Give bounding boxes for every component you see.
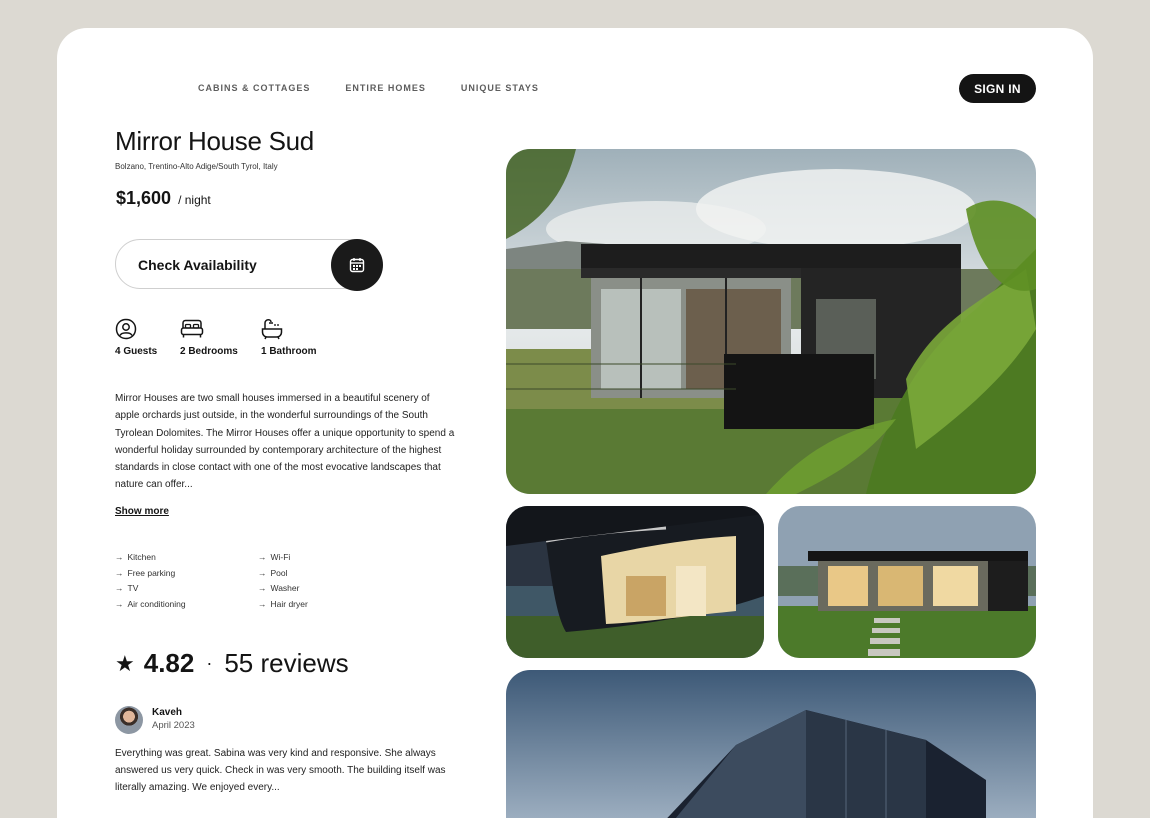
reviewer-avatar: [115, 706, 143, 734]
nav-entire-homes[interactable]: ENTIRE HOMES: [345, 83, 426, 93]
calendar-icon: [349, 258, 365, 273]
feature-bathroom: 1 Bathroom: [261, 318, 317, 357]
review-text: Everything was great. Sabina was very ki…: [115, 748, 446, 793]
gallery-photo-3[interactable]: [506, 670, 1036, 818]
price-value: $1,600: [116, 188, 172, 208]
reviewer-name: Kaveh: [152, 707, 183, 718]
main-photo[interactable]: [506, 149, 1036, 494]
check-availability-label: Check Availability: [138, 257, 257, 273]
amenity-item: TV: [115, 581, 186, 597]
amenity-item: Pool: [258, 566, 308, 582]
amenity-item: Air conditioning: [115, 597, 186, 613]
price-unit: / night: [178, 193, 211, 207]
listing-location: Bolzano, Trentino-Alto Adige/South Tyrol…: [115, 162, 278, 171]
review-count[interactable]: 55 reviews: [224, 648, 348, 679]
listing-price: $1,600 / night: [116, 188, 211, 209]
amenity-item: Washer: [258, 581, 308, 597]
amenities-right: Wi-Fi Pool Washer Hair dryer: [258, 550, 308, 613]
review-date: April 2023: [152, 720, 195, 731]
feature-bedrooms: 2 Bedrooms: [180, 318, 238, 357]
guest-icon: [115, 318, 137, 340]
nav-unique-stays[interactable]: UNIQUE STAYS: [461, 83, 539, 93]
bathtub-icon: [261, 319, 283, 340]
sign-in-button[interactable]: SIGN IN: [959, 74, 1036, 103]
feature-guests: 4 Guests: [115, 318, 157, 357]
gallery-photo-2[interactable]: [778, 506, 1036, 658]
rating-summary: ★ 4.82 · 55 reviews: [115, 648, 349, 679]
amenity-item: Hair dryer: [258, 597, 308, 613]
nav-cabins-cottages[interactable]: CABINS & COTTAGES: [198, 83, 310, 93]
show-more-link[interactable]: Show more: [115, 506, 169, 517]
amenity-item: Wi-Fi: [258, 550, 308, 566]
star-icon: ★: [115, 650, 135, 676]
rating-separator: ·: [206, 653, 213, 673]
calendar-button[interactable]: [331, 239, 383, 291]
rating-score: 4.82: [143, 648, 195, 678]
listing-description: Mirror Houses are two small houses immer…: [115, 393, 455, 491]
amenity-item: Kitchen: [115, 550, 186, 566]
amenities-left: Kitchen Free parking TV Air conditioning: [115, 550, 186, 613]
bed-icon: [180, 319, 204, 338]
category-nav: CABINS & COTTAGES ENTIRE HOMES UNIQUE ST…: [198, 83, 539, 93]
listing-title: Mirror House Sud: [115, 126, 314, 156]
amenity-item: Free parking: [115, 566, 186, 582]
feature-guests-label: 4 Guests: [115, 346, 158, 357]
feature-bathroom-label: 1 Bathroom: [261, 346, 317, 357]
listing-card: CABINS & COTTAGES ENTIRE HOMES UNIQUE ST…: [57, 28, 1093, 818]
feature-bedrooms-label: 2 Bedrooms: [180, 346, 238, 357]
gallery-photo-1[interactable]: [506, 506, 764, 658]
